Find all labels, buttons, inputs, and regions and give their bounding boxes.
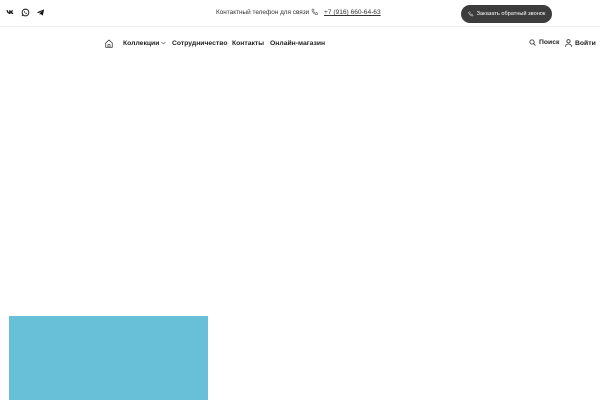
phone-icon — [467, 11, 474, 17]
home-icon[interactable] — [105, 39, 113, 48]
callback-button[interactable]: Заказать обратный звонок — [461, 5, 552, 23]
search-icon — [529, 39, 536, 46]
callback-button-label: Заказать обратный звонок — [476, 11, 546, 17]
top-bar: Контактный телефон для связи +7 (916) 66… — [0, 0, 600, 27]
login-button[interactable]: Войти — [565, 39, 596, 47]
chevron-down-icon — [161, 41, 167, 45]
promo-block — [9, 316, 208, 400]
social-links — [6, 8, 45, 17]
nav-item-contacts[interactable]: Контакты — [232, 40, 264, 47]
nav-item-collections[interactable]: Коллекции — [123, 40, 167, 47]
phone-icon — [311, 8, 319, 16]
nav-item-partnership[interactable]: Сотрудничество — [172, 40, 227, 47]
whatsapp-icon[interactable] — [21, 8, 30, 17]
search-button[interactable]: Поиск — [529, 39, 559, 46]
contact-label: Контактный телефон для связи — [216, 9, 310, 16]
main-nav: Коллекции Сотрудничество Контакты Онлайн… — [0, 34, 600, 54]
page: Контактный телефон для связи +7 (916) 66… — [0, 0, 600, 400]
login-label: Войти — [575, 39, 596, 47]
search-label: Поиск — [539, 39, 560, 46]
telegram-icon[interactable] — [36, 8, 45, 17]
phone-link[interactable]: +7 (916) 660-64-63 — [324, 9, 381, 16]
vk-icon[interactable] — [6, 8, 15, 17]
nav-item-online-shop[interactable]: Онлайн-магазин — [270, 40, 325, 47]
nav-item-label: Коллекции — [123, 40, 160, 47]
user-icon — [565, 39, 572, 47]
